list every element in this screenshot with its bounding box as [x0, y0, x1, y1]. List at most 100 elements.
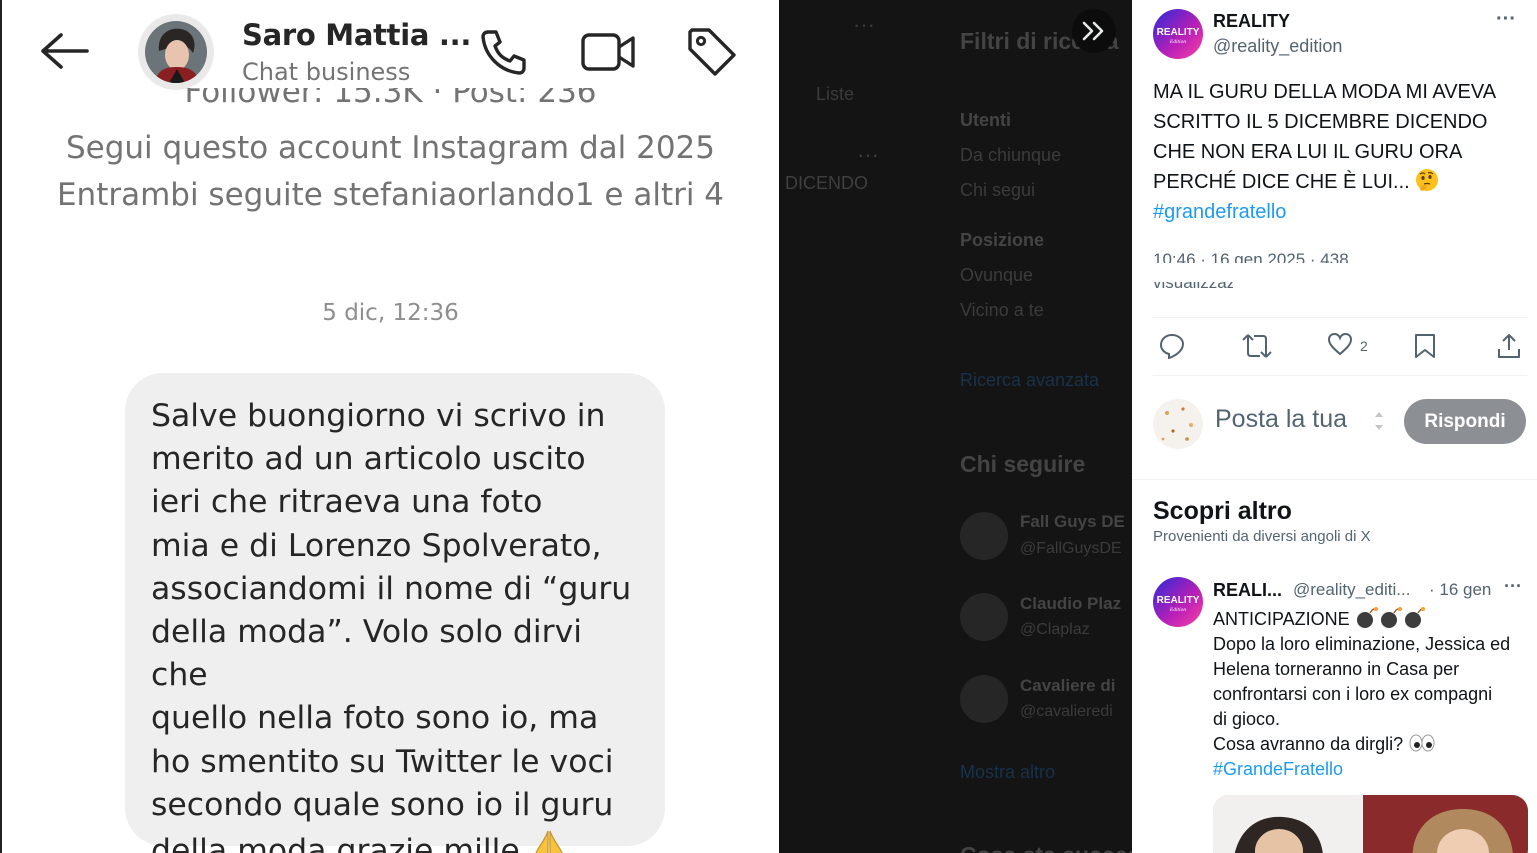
suggestion-name: Cavaliere di	[1020, 676, 1116, 695]
account-handle[interactable]: @reality_edition	[1213, 36, 1342, 57]
users-option-anyone: Da chiunque	[960, 145, 1062, 165]
related-account-handle[interactable]: @reality_editi...	[1293, 580, 1410, 600]
divider	[1153, 375, 1527, 376]
avatar-logo-subtext: Edition	[1169, 39, 1186, 45]
related-line: di gioco.	[1213, 709, 1281, 729]
message-line: quello nella foto sono io, ma	[151, 700, 599, 737]
suggestion-avatar	[960, 512, 1008, 560]
contact-name[interactable]: Saro Mattia ...	[242, 18, 471, 52]
message-line: Salve buongiorno vi scrivo in	[151, 398, 606, 434]
current-user-avatar	[1153, 399, 1203, 449]
like-button[interactable]: 2	[1327, 330, 1368, 362]
x-post-panel: REALITY Edition REALITY @reality_edition…	[1132, 0, 1537, 853]
account-avatar[interactable]: REALITY Edition	[1153, 9, 1203, 59]
suggestion-avatar	[960, 593, 1008, 641]
related-account-avatar[interactable]: REALITY Edition	[1153, 577, 1203, 627]
instagram-chat-panel: Saro Mattia ... Chat business Follower: …	[0, 0, 779, 853]
like-count: 2	[1360, 338, 1368, 354]
related-post-time[interactable]: · 16 gen	[1429, 580, 1491, 600]
users-option-following: Chi segui	[960, 180, 1036, 200]
post-line: SCRITTO IL 5 DICEMBRE DICENDO	[1153, 111, 1488, 133]
post-line: PERCHÉ DICE CHE È LUI...	[1153, 171, 1410, 193]
avatar-logo-subtext: Edition	[1169, 607, 1186, 613]
x-background-overlay: ··· Liste ··· DICENDO Filtri di ricerca …	[779, 0, 1132, 853]
contact-avatar[interactable]	[138, 14, 214, 90]
post-meta-cut-2: visualizzazioni	[1153, 282, 1233, 290]
share-icon[interactable]	[1496, 330, 1522, 362]
users-heading: Utenti	[960, 110, 1011, 130]
more-options-icon[interactable]: ···	[1496, 8, 1516, 31]
post-line: CHE NON ERA LUI IL GURU ORA	[1153, 141, 1463, 163]
message-line: ieri che ritraeva una foto	[151, 484, 543, 521]
post-text: MA IL GURU DELLA MODA MI AVEVA SCRITTO I…	[1153, 77, 1523, 227]
post-last-line: PERCHÉ DICE CHE È LUI...	[1153, 167, 1523, 197]
advanced-search-link: Ricerca avanzata	[960, 370, 1100, 390]
heart-icon	[1327, 332, 1353, 361]
related-line: confrontarsi con i loro ex compagni	[1213, 684, 1493, 704]
expand-panel-icon[interactable]	[1072, 9, 1116, 53]
message-line: merito ad un articolo uscito	[151, 441, 586, 478]
suggestion-avatar	[960, 675, 1008, 723]
mutual-followers-text: Entrambi seguite stefaniaorlando1 e altr…	[56, 177, 725, 213]
folded-hands-emoji	[530, 827, 568, 853]
back-arrow-icon[interactable]	[38, 28, 90, 74]
related-line: Cosa avranno da dirgli?	[1213, 734, 1404, 754]
related-more-options-icon[interactable]: ···	[1504, 576, 1522, 597]
position-option-near: Vicino a te	[960, 300, 1044, 320]
reply-input[interactable]: Posta la tua	[1215, 405, 1347, 434]
bomb-emoji	[1355, 607, 1425, 629]
related-first-line: ANTICIPAZIONE	[1213, 605, 1533, 632]
reply-icon[interactable]	[1159, 330, 1185, 362]
related-line: ANTICIPAZIONE	[1213, 609, 1350, 629]
bookmark-icon[interactable]	[1414, 330, 1436, 362]
message-line: della moda”. Volo solo dirvi che	[151, 614, 583, 694]
suggestion-handle: @FallGuysDE	[1020, 540, 1122, 557]
tag-icon[interactable]	[684, 24, 740, 80]
related-line: Dopo la loro eliminazione, Jessica ed	[1213, 634, 1511, 654]
video-call-icon[interactable]	[580, 24, 636, 80]
more-dots: ···	[857, 142, 879, 167]
post-meta-cut: 10:46 · 16 gen 2025 · 438	[1153, 250, 1349, 263]
suggestion-name: Claudio Plaz	[1020, 594, 1122, 613]
hashtag-link[interactable]: #grandefratello	[1153, 197, 1523, 227]
tab-liste: Liste	[816, 84, 855, 104]
suggestion-name: Fall Guys DE	[1020, 512, 1125, 531]
eyes-emoji	[1408, 734, 1436, 754]
message-line: secondo quale sono io il guru	[151, 786, 614, 823]
suggestion-handle: @cavalieredi	[1020, 703, 1113, 720]
post-line: MA IL GURU DELLA MODA MI AVEVA	[1153, 81, 1497, 103]
message-last-line: della moda grazie mille	[151, 827, 641, 853]
discover-subtitle: Provenienti da diversi angoli di X	[1153, 528, 1371, 545]
related-post-image[interactable]	[1213, 795, 1528, 853]
thinking-face-emoji	[1415, 169, 1439, 193]
message-line: della moda grazie mille	[151, 833, 520, 853]
message-line: associandomi il nome di “guru	[151, 570, 632, 607]
input-scroll-arrows[interactable]	[1369, 406, 1389, 436]
related-hashtag-link[interactable]: #GrandeFratello	[1213, 757, 1533, 782]
divider	[1153, 317, 1527, 318]
suggestion-handle: @Claplaz	[1020, 621, 1090, 638]
position-option-anywhere: Ovunque	[960, 265, 1034, 285]
profile-stats-cut: Follower: 15.3K · Post: 236	[184, 88, 597, 108]
related-sixth-line: Cosa avranno da dirgli?	[1213, 732, 1533, 757]
discover-title: Scopri altro	[1153, 497, 1292, 525]
trends-title-cut: Cosa sta succedendo	[960, 842, 1132, 853]
follow-since-text: Segui questo account Instagram dal 2025	[65, 130, 716, 166]
position-heading: Posizione	[960, 230, 1045, 250]
section-divider	[1132, 479, 1537, 480]
avatar-logo-text: REALITY	[1157, 27, 1200, 38]
repost-icon[interactable]	[1242, 330, 1272, 362]
reply-button[interactable]: Rispondi	[1404, 399, 1526, 444]
account-name[interactable]: REALITY	[1213, 11, 1290, 32]
related-account-name[interactable]: REALI...	[1213, 580, 1282, 601]
phone-icon[interactable]	[476, 24, 532, 80]
related-line: Helena torneranno in Casa per	[1213, 659, 1460, 679]
partial-tweet-text: DICENDO	[785, 173, 869, 193]
related-post-text: ANTICIPAZIONE Dopo la loro eliminazione,…	[1213, 605, 1533, 782]
message-line: mia e di Lorenzo Spolverato,	[151, 527, 602, 564]
message-bubble[interactable]: Salve buongiorno vi scrivo in merito ad …	[125, 373, 665, 853]
show-more-link: Mostra altro	[960, 762, 1056, 782]
contact-subtitle: Chat business	[242, 58, 411, 86]
avatar-logo-text: REALITY	[1157, 595, 1200, 606]
message-timestamp: 5 dic, 12:36	[322, 300, 459, 326]
